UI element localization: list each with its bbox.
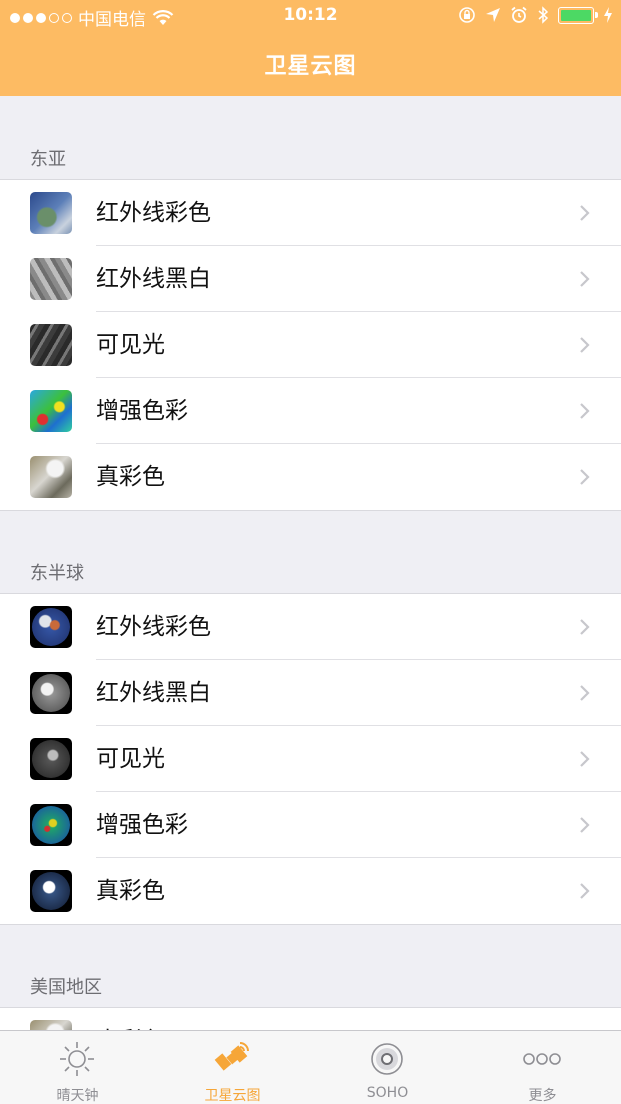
- satellite-thumbnail: [30, 390, 72, 432]
- section-header-usa: 美国地区: [30, 977, 102, 998]
- satellite-thumbnail: [30, 192, 72, 234]
- chevron-right-icon: [580, 751, 590, 767]
- navigation-header: 中国电信 10:12 卫星云图: [0, 0, 621, 96]
- chevron-right-icon: [580, 883, 590, 899]
- satellite-thumbnail: [30, 258, 72, 300]
- orientation-lock-icon: [459, 7, 475, 23]
- alarm-icon: [511, 6, 527, 23]
- sun-icon: [60, 1042, 94, 1076]
- satellite-thumbnail: [30, 606, 72, 648]
- chevron-right-icon: [580, 619, 590, 635]
- list-item-label: 增强色彩: [96, 398, 188, 424]
- tab-label: 卫星云图: [204, 1088, 261, 1104]
- tab-bar: 晴天钟 卫星云图 SOHO 更多: [0, 1030, 621, 1104]
- list-item[interactable]: 增强色彩: [0, 792, 621, 858]
- list-item[interactable]: 红外线彩色: [0, 594, 621, 660]
- section-eastern-hemisphere: 红外线彩色 红外线黑白 可见光 增强色彩 真彩色: [0, 593, 621, 925]
- list-item-label: 红外线黑白: [96, 266, 211, 292]
- chevron-right-icon: [580, 205, 590, 221]
- chevron-right-icon: [580, 337, 590, 353]
- charging-icon: [604, 7, 612, 23]
- tab-more[interactable]: 更多: [465, 1031, 620, 1104]
- tab-label: 更多: [528, 1088, 557, 1104]
- list-item[interactable]: 红外线黑白: [0, 246, 621, 312]
- status-right: [458, 6, 613, 24]
- list-item[interactable]: 红外线黑白: [0, 660, 621, 726]
- chevron-right-icon: [580, 469, 590, 485]
- page-title: 卫星云图: [264, 54, 357, 79]
- tab-label: SOHO: [366, 1085, 409, 1101]
- chevron-right-icon: [580, 685, 590, 701]
- tab-satellite-cloud[interactable]: 卫星云图: [155, 1031, 310, 1104]
- section-east-asia: 红外线彩色 红外线黑白 可见光 增强色彩 真彩色: [0, 179, 621, 511]
- satellite-thumbnail: [30, 672, 72, 714]
- list-item-label: 真彩色: [96, 464, 165, 490]
- bluetooth-icon: [538, 6, 549, 24]
- more-icon: [523, 1053, 561, 1065]
- satellite-thumbnail: [30, 804, 72, 846]
- chevron-right-icon: [580, 403, 590, 419]
- tab-label: 晴天钟: [56, 1088, 99, 1104]
- location-icon: [486, 8, 500, 22]
- section-header-east-asia: 东亚: [30, 149, 66, 170]
- tab-soho[interactable]: SOHO: [310, 1031, 465, 1104]
- list-item-label: 红外线黑白: [96, 680, 211, 706]
- list-item[interactable]: 红外线彩色: [0, 180, 621, 246]
- list-item-label: 可见光: [96, 746, 165, 772]
- satellite-icon: [214, 1042, 249, 1071]
- battery-icon: [558, 6, 598, 24]
- list-item[interactable]: 可见光: [0, 726, 621, 792]
- list-item-label: 真彩色: [96, 878, 165, 904]
- list-item[interactable]: 可见光: [0, 312, 621, 378]
- satellite-thumbnail: [30, 870, 72, 912]
- list-item-label: 红外线彩色: [96, 614, 211, 640]
- list-item-label: 可见光: [96, 332, 165, 358]
- chevron-right-icon: [580, 271, 590, 287]
- soho-icon: [371, 1043, 403, 1075]
- list-item[interactable]: 真彩色: [0, 444, 621, 510]
- satellite-thumbnail: [30, 738, 72, 780]
- list-item[interactable]: 真彩色: [0, 858, 621, 924]
- list-item[interactable]: 增强色彩: [0, 378, 621, 444]
- chevron-right-icon: [580, 817, 590, 833]
- section-header-eastern-hemisphere: 东半球: [30, 563, 84, 584]
- list-item-label: 红外线彩色: [96, 200, 211, 226]
- status-bar: 中国电信 10:12: [0, 0, 621, 32]
- satellite-thumbnail: [30, 456, 72, 498]
- tab-sunny-clock[interactable]: 晴天钟: [0, 1031, 155, 1104]
- list-item-label: 增强色彩: [96, 812, 188, 838]
- satellite-thumbnail: [30, 324, 72, 366]
